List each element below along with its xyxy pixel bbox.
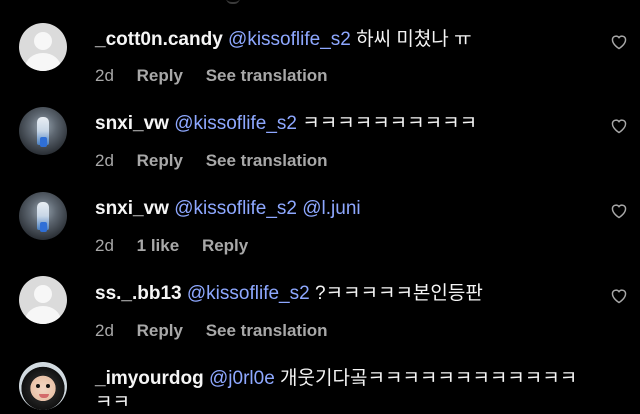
comment-line: ss._.bb13 @kissoflife_s2 ?ㅋㅋㅋㅋㅋ본인등판: [95, 283, 483, 305]
heart-icon[interactable]: [610, 118, 628, 134]
comment-time: 2d: [95, 66, 114, 85]
comment-mention[interactable]: @kissoflife_s2: [187, 283, 310, 304]
comment-meta: 2d Reply See translation: [95, 151, 346, 171]
scroll-top-edge: [0, 0, 640, 4]
comment-username[interactable]: snxi_vw: [95, 198, 169, 219]
comment-line: snxi_vw @kissoflife_s2 ㅋㅋㅋㅋㅋㅋㅋㅋㅋㅋ: [95, 113, 477, 135]
comment-time: 2d: [95, 151, 114, 170]
avatar[interactable]: [19, 192, 67, 240]
comment-text: ?ㅋㅋㅋㅋㅋ본인등판: [309, 283, 483, 304]
heart-icon[interactable]: [610, 34, 628, 50]
reply-button[interactable]: Reply: [137, 66, 183, 85]
comment-time: 2d: [95, 321, 114, 340]
see-translation-button[interactable]: See translation: [206, 66, 328, 85]
comment-username[interactable]: _cott0n.candy: [95, 29, 223, 50]
comment-meta: 2d Reply See translation: [95, 66, 346, 86]
comment-meta: 2d 1 like Reply: [95, 236, 266, 256]
comment-mention[interactable]: @j0rl0e: [209, 368, 275, 389]
comment-text: ㅋㅋㅋㅋㅋㅋㅋㅋㅋㅋ: [297, 113, 478, 134]
reply-button[interactable]: Reply: [202, 236, 248, 255]
comment-line: _imyourdog @j0rl0e 개웃기다곸ㅋㅋㅋㅋㅋㅋㅋㅋㅋㅋㅋㅋ: [95, 368, 577, 390]
comment-username[interactable]: snxi_vw: [95, 113, 169, 134]
see-translation-button[interactable]: See translation: [206, 321, 328, 340]
reply-button[interactable]: Reply: [137, 321, 183, 340]
comment-text-continuation: ㅋㅋ: [95, 392, 130, 413]
comment-line: snxi_vw @kissoflife_s2 @l.juni: [95, 198, 361, 220]
comment-mention[interactable]: @kissoflife_s2: [174, 113, 297, 134]
default-avatar-icon[interactable]: [19, 23, 67, 71]
comment-time: 2d: [95, 236, 114, 255]
comment-mention[interactable]: @kissoflife_s2: [228, 29, 351, 50]
comment-meta: 2d Reply See translation: [95, 321, 346, 341]
heart-icon[interactable]: [610, 288, 628, 304]
comment-line: _cott0n.candy @kissoflife_s2 하씨 미쳤나 ㅠ: [95, 29, 472, 51]
avatar[interactable]: [19, 362, 67, 410]
likes-count[interactable]: 1 like: [137, 236, 180, 255]
comment-mention[interactable]: @kissoflife_s2 @l.juni: [174, 198, 360, 219]
comment-username[interactable]: ss._.bb13: [95, 283, 182, 304]
comment-username[interactable]: _imyourdog: [95, 368, 204, 389]
default-avatar-icon[interactable]: [19, 276, 67, 324]
partial-icon: [226, 0, 240, 4]
comment-text: 하씨 미쳤나 ㅠ: [350, 29, 472, 50]
avatar[interactable]: [19, 107, 67, 155]
see-translation-button[interactable]: See translation: [206, 151, 328, 170]
heart-icon[interactable]: [610, 203, 628, 219]
comment-text: 개웃기다곸ㅋㅋㅋㅋㅋㅋㅋㅋㅋㅋㅋㅋ: [274, 368, 578, 389]
reply-button[interactable]: Reply: [137, 151, 183, 170]
